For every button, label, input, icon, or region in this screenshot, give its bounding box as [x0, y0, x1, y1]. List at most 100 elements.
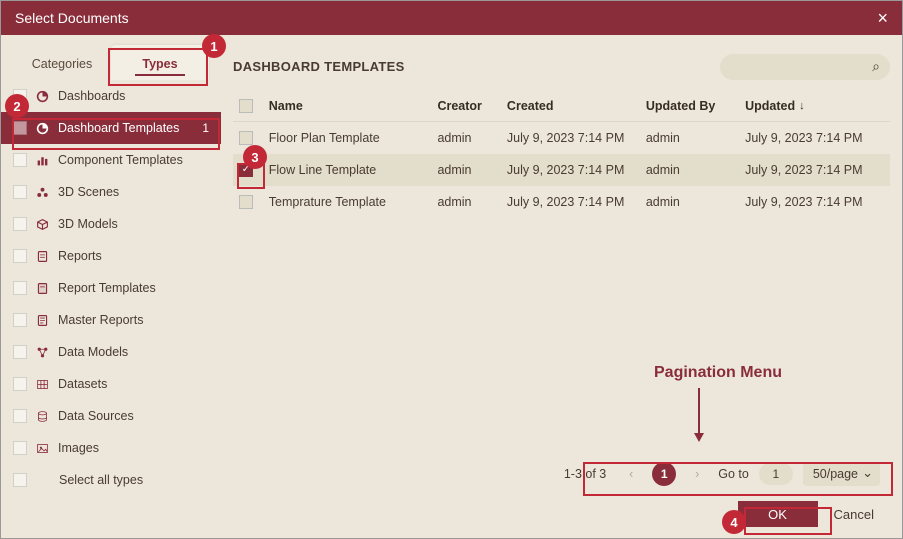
bars-icon	[35, 154, 50, 167]
page-size-select[interactable]: 50/page	[803, 462, 880, 486]
col-creator[interactable]: Creator	[437, 99, 506, 113]
type-list: Dashboards Dashboard Templates1 Component …	[1, 80, 221, 496]
cancel-button[interactable]: Cancel	[834, 507, 874, 522]
type-label: Reports	[58, 249, 102, 263]
annotation-callout-3: 3	[243, 145, 267, 169]
sidebar-item-reports[interactable]: Reports	[1, 240, 221, 272]
type-checkbox[interactable]	[13, 377, 27, 391]
annotation-callout-2: 2	[5, 94, 29, 118]
sort-desc-icon: ↓	[799, 100, 805, 112]
type-label: Datasets	[58, 377, 107, 391]
type-label: Component Templates	[58, 153, 183, 167]
grid-icon	[35, 378, 50, 391]
table-row[interactable]: Temprature Template admin July 9, 2023 7…	[233, 186, 890, 218]
sidebar-tabs: Categories Types	[1, 35, 221, 80]
type-checkbox[interactable]	[13, 409, 27, 423]
col-name[interactable]: Name	[269, 99, 438, 113]
cell-name: Flow Line Template	[269, 163, 438, 177]
type-checkbox[interactable]	[13, 345, 27, 359]
sidebar-item-images[interactable]: Images	[1, 432, 221, 464]
tab-types[interactable]: Types	[111, 45, 209, 80]
pagination-area: Pagination Menu 1-3 of 3 ‹ 1 › Go to 50/…	[233, 456, 890, 496]
sidebar-item-3d-models[interactable]: 3D Models	[1, 208, 221, 240]
type-checkbox[interactable]	[13, 185, 27, 199]
table-body: Floor Plan Template admin July 9, 2023 7…	[233, 122, 890, 218]
page-current[interactable]: 1	[652, 462, 676, 486]
cell-updatedby: admin	[646, 131, 745, 145]
type-label: 3D Models	[58, 217, 118, 231]
cell-created: July 9, 2023 7:14 PM	[507, 163, 646, 177]
ok-button[interactable]: OK	[738, 501, 818, 527]
select-all-checkbox[interactable]	[239, 99, 253, 113]
row-checkbox[interactable]	[239, 131, 253, 145]
pie-icon	[35, 90, 50, 103]
sidebar-item-master-reports[interactable]: Master Reports	[1, 304, 221, 336]
sidebar-item-data-sources[interactable]: Data Sources	[1, 400, 221, 432]
doctpl-icon	[35, 282, 50, 295]
search-icon: ⌕	[872, 58, 880, 75]
sidebar-item-dashboard-templates[interactable]: Dashboard Templates1	[1, 112, 221, 144]
type-checkbox[interactable]	[13, 121, 27, 135]
page-size-label: 50/page	[813, 467, 858, 481]
sidebar-item-select-all-types[interactable]: Select all types	[1, 464, 221, 496]
header-checkbox-cell	[239, 99, 269, 113]
page-prev-button[interactable]: ‹	[620, 463, 642, 485]
type-checkbox[interactable]	[13, 313, 27, 327]
model-icon	[35, 346, 50, 359]
col-updated[interactable]: Updated ↓	[745, 99, 884, 113]
sidebar-item-report-templates[interactable]: Report Templates	[1, 272, 221, 304]
search-input[interactable]: ⌕	[720, 54, 890, 80]
type-label: Report Templates	[58, 281, 156, 295]
type-label: Master Reports	[58, 313, 143, 327]
main-header: DASHBOARD TEMPLATES ⌕	[233, 35, 890, 80]
tab-categories[interactable]: Categories	[13, 45, 111, 80]
close-icon[interactable]: ×	[877, 8, 888, 29]
table-row[interactable]: Floor Plan Template admin July 9, 2023 7…	[233, 122, 890, 154]
cluster-icon	[35, 186, 50, 199]
cell-creator: admin	[437, 131, 506, 145]
row-checkbox-cell	[239, 195, 269, 209]
page-next-button[interactable]: ›	[686, 463, 708, 485]
sidebar-item-component-templates[interactable]: Component Templates	[1, 144, 221, 176]
col-created[interactable]: Created	[507, 99, 646, 113]
cell-updated: July 9, 2023 7:14 PM	[745, 131, 884, 145]
type-label: Select all types	[59, 473, 143, 487]
docmaster-icon	[35, 314, 50, 327]
type-checkbox[interactable]	[13, 217, 27, 231]
main-panel: DASHBOARD TEMPLATES ⌕ Name Creator Creat…	[221, 35, 902, 496]
sidebar-item-data-models[interactable]: Data Models	[1, 336, 221, 368]
pagination-annotation-label: Pagination Menu	[654, 364, 782, 382]
pagination-info: 1-3 of 3	[564, 467, 606, 481]
type-checkbox[interactable]	[13, 249, 27, 263]
cell-creator: admin	[437, 163, 506, 177]
cell-name: Floor Plan Template	[269, 131, 438, 145]
select-documents-dialog: Select Documents × Categories Types Dash…	[0, 0, 903, 539]
sidebar-item-dashboards[interactable]: Dashboards	[1, 80, 221, 112]
cube-icon	[35, 218, 50, 231]
annotation-callout-4: 4	[722, 510, 746, 534]
col-updatedby[interactable]: Updated By	[646, 99, 745, 113]
sidebar-item-datasets[interactable]: Datasets	[1, 368, 221, 400]
goto-label: Go to	[718, 467, 749, 481]
documents-table: Name Creator Created Updated By Updated …	[233, 90, 890, 218]
dialog-upper: Categories Types Dashboards Dashboard Tem…	[1, 35, 902, 496]
row-checkbox[interactable]	[239, 195, 253, 209]
type-checkbox[interactable]	[13, 441, 27, 455]
table-row[interactable]: ✓ Flow Line Template admin July 9, 2023 …	[233, 154, 890, 186]
dialog-titlebar: Select Documents ×	[1, 1, 902, 35]
type-checkbox[interactable]	[13, 281, 27, 295]
doc-icon	[35, 250, 50, 263]
cell-updatedby: admin	[646, 195, 745, 209]
goto-input[interactable]	[759, 463, 793, 485]
annotation-arrow	[698, 388, 700, 440]
pagination-bar: 1-3 of 3 ‹ 1 › Go to 50/page	[554, 456, 890, 492]
type-checkbox[interactable]	[13, 153, 27, 167]
stack-icon	[35, 410, 50, 423]
sidebar-item-3d-scenes[interactable]: 3D Scenes	[1, 176, 221, 208]
type-checkbox[interactable]	[13, 473, 27, 487]
annotation-callout-1: 1	[202, 34, 226, 58]
type-label: Dashboards	[58, 89, 125, 103]
cell-updated: July 9, 2023 7:14 PM	[745, 195, 884, 209]
type-label: 3D Scenes	[58, 185, 119, 199]
type-label: Images	[58, 441, 99, 455]
